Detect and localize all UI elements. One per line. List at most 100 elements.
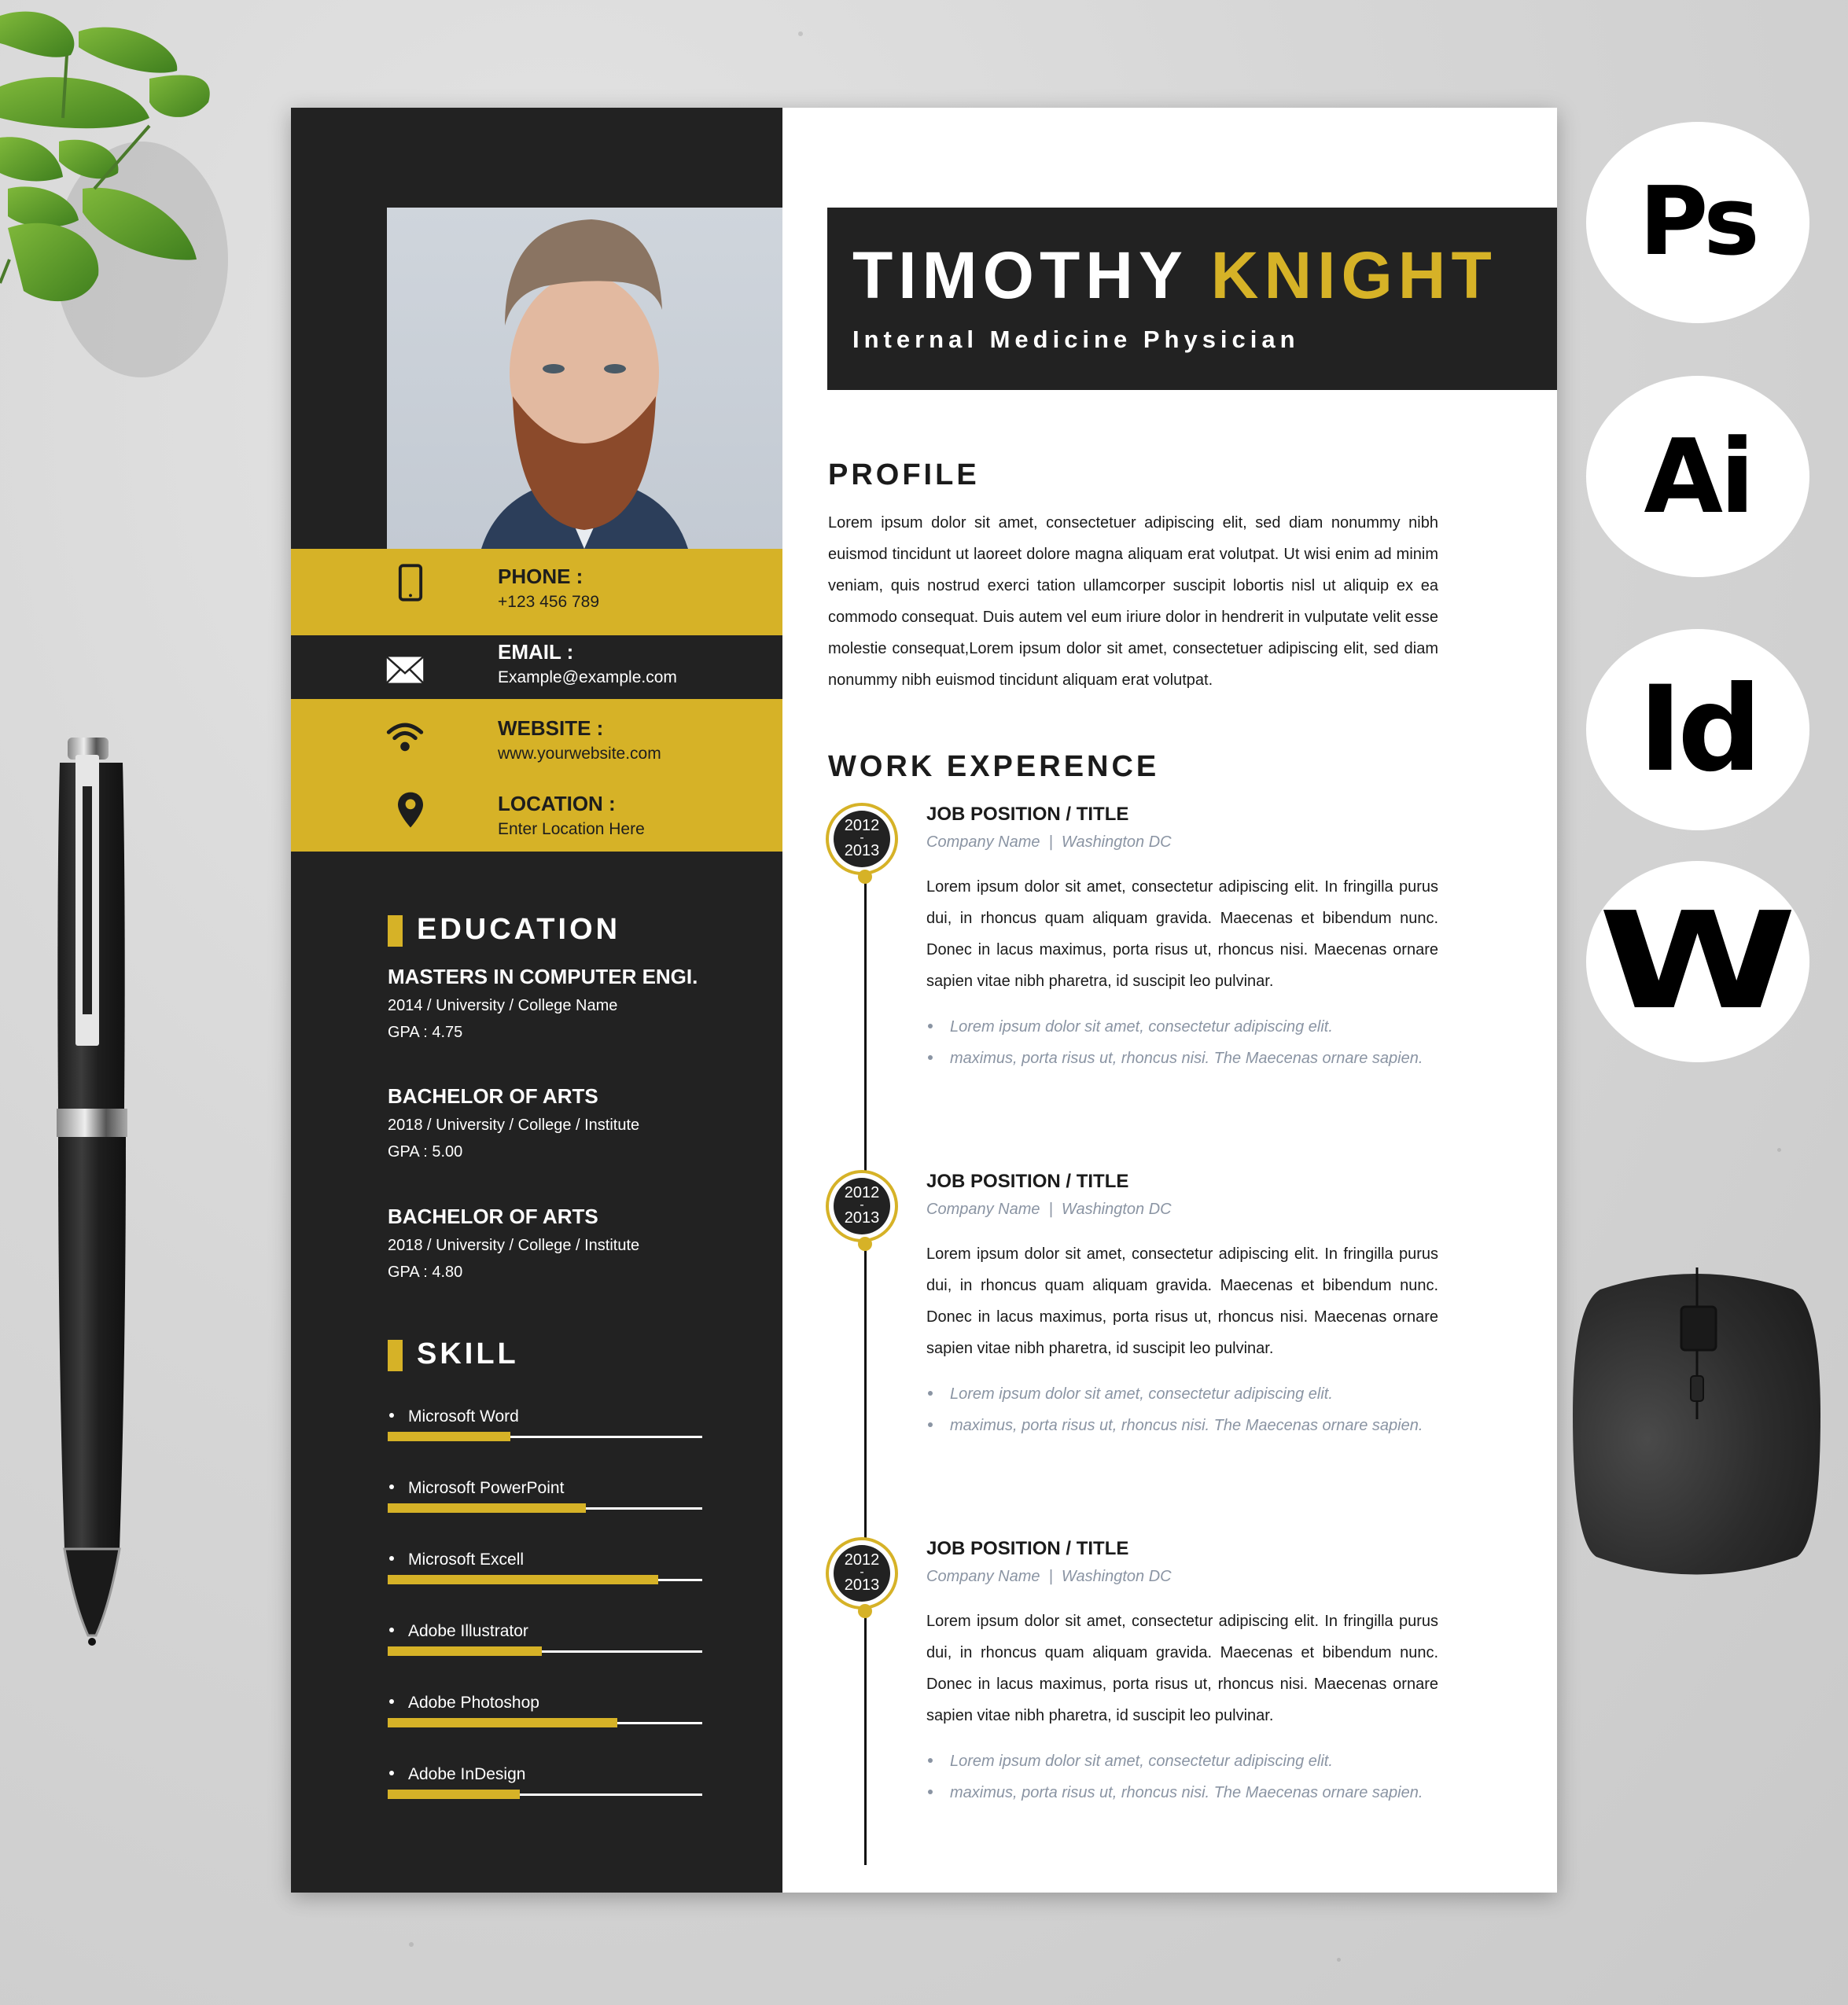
education-detail: 2018 / University / College / Institute	[388, 1237, 640, 1254]
job-highlight-text: Lorem ipsum dolor sit amet, consectetur …	[950, 1385, 1333, 1403]
skill-level-fill	[388, 1718, 617, 1727]
timeline-node	[858, 1604, 872, 1618]
job-highlight-text: Lorem ipsum dolor sit amet, consectetur …	[950, 1753, 1333, 1770]
email-icon	[386, 656, 424, 684]
skill-item-label: Microsoft Word	[388, 1407, 519, 1426]
education-detail: 2014 / University / College Name	[388, 997, 618, 1014]
email-value: Example@example.com	[498, 668, 677, 686]
leaf	[0, 11, 75, 57]
mouse-scroll-wheel	[1680, 1305, 1717, 1352]
job-entry: JOB POSITION / TITLE Company Name | Washi…	[926, 1171, 1438, 1441]
education-degree: BACHELOR OF ARTS	[388, 1084, 598, 1108]
timeline-node	[858, 1237, 872, 1251]
skill-item-label: Adobe Illustrator	[388, 1622, 528, 1641]
photoshop-icon: Ps	[1639, 167, 1759, 277]
bullet-icon	[928, 1023, 933, 1028]
texture-speck	[1777, 1148, 1781, 1152]
mouse-dpi-button	[1690, 1375, 1704, 1402]
work-experience-heading: WORK EXPERENCE	[828, 750, 1160, 783]
date-year: 2013	[844, 1209, 880, 1227]
location-value: Enter Location Here	[498, 820, 645, 838]
job-highlights: Lorem ipsum dolor sit amet, consectetur …	[926, 1746, 1438, 1808]
skill-item-label: Microsoft PowerPoint	[388, 1479, 564, 1498]
skill-name: Microsoft Word	[408, 1407, 519, 1426]
job-entry: JOB POSITION / TITLE Company Name | Washi…	[926, 804, 1438, 1074]
contact-email: EMAIL : Example@example.com	[291, 635, 782, 699]
pen-decoration	[57, 738, 127, 1646]
photo-eye-right	[604, 364, 626, 373]
skill-level-fill	[388, 1432, 510, 1441]
job-company-location: Company Name | Washington DC	[926, 833, 1172, 851]
email-label: EMAIL :	[498, 640, 574, 664]
timeline-line	[864, 878, 867, 1865]
skill-level-track	[388, 1432, 702, 1441]
skill-name: Microsoft PowerPoint	[408, 1479, 565, 1497]
education-heading: EDUCATION	[417, 913, 621, 946]
location-pin-icon	[398, 792, 423, 828]
education-detail: 2018 / University / College / Institute	[388, 1117, 640, 1134]
timeline-node	[858, 870, 872, 884]
pen-point	[88, 1638, 96, 1646]
profile-photo-illustration	[481, 219, 688, 549]
bullet-icon	[389, 1413, 394, 1418]
skill-level-fill	[388, 1575, 658, 1584]
job-position-title: JOB POSITION / TITLE	[926, 1171, 1129, 1192]
pen-tip	[63, 1547, 121, 1637]
bullet-icon	[389, 1699, 394, 1705]
job-description: Lorem ipsum dolor sit amet, consectetur …	[926, 1245, 1438, 1357]
word-icon: W	[1598, 884, 1798, 1039]
job-position-title: JOB POSITION / TITLE	[926, 804, 1129, 825]
bullet-icon	[928, 1757, 933, 1763]
profile-text: Lorem ipsum dolor sit amet, consectetuer…	[828, 514, 1438, 689]
education-gpa: GPA : 5.00	[388, 1143, 463, 1161]
pen-band	[57, 1109, 127, 1137]
timeline-date-circle: 2012-2013	[834, 1178, 890, 1234]
job-entry: JOB POSITION / TITLE Company Name | Washi…	[926, 1538, 1438, 1808]
job-highlight-item: maximus, porta risus ut, rhoncus nisi. T…	[926, 1777, 1438, 1808]
bullet-icon	[389, 1556, 394, 1562]
timeline-date-badge: 2012-2013	[826, 1537, 898, 1610]
skill-level-track	[388, 1790, 702, 1799]
bullet-icon	[928, 1422, 933, 1427]
skill-name: Adobe InDesign	[408, 1765, 526, 1783]
skill-level-fill	[388, 1790, 520, 1799]
pen-barrel	[58, 1137, 126, 1549]
bullet-icon	[389, 1484, 394, 1490]
leaf	[149, 75, 210, 117]
job-highlight-text: Lorem ipsum dolor sit amet, consectetur …	[950, 1018, 1333, 1036]
texture-speck	[409, 1942, 414, 1947]
illustrator-badge: Ai	[1586, 376, 1809, 577]
skill-item-label: Adobe Photoshop	[388, 1694, 539, 1713]
contact-phone: PHONE : +123 456 789	[291, 549, 782, 635]
leaf	[8, 186, 79, 228]
job-description: Lorem ipsum dolor sit amet, consectetur …	[926, 878, 1438, 990]
profile-heading: PROFILE	[828, 458, 980, 491]
leaf	[0, 77, 149, 129]
job-company-location: Company Name | Washington DC	[926, 1201, 1172, 1218]
texture-speck	[798, 31, 803, 36]
last-name: KNIGHT	[1210, 238, 1497, 312]
skill-accent-bar	[388, 1340, 403, 1371]
job-highlights: Lorem ipsum dolor sit amet, consectetur …	[926, 1378, 1438, 1441]
location-label: LOCATION :	[498, 792, 616, 815]
contact-website-location: WEBSITE : www.yourwebsite.com LOCATION :…	[291, 699, 782, 852]
date-year: 2013	[844, 1576, 880, 1594]
education-degree: MASTERS IN COMPUTER ENGI.	[388, 965, 698, 988]
job-title: Internal Medicine Physician	[852, 326, 1300, 353]
job-highlight-item: Lorem ipsum dolor sit amet, consectetur …	[926, 1011, 1438, 1043]
skill-name: Adobe Photoshop	[408, 1694, 539, 1712]
timeline-date-badge: 2012-2013	[826, 1170, 898, 1242]
skill-level-track	[388, 1646, 702, 1656]
job-position-title: JOB POSITION / TITLE	[926, 1538, 1129, 1559]
education-degree: BACHELOR OF ARTS	[388, 1205, 598, 1228]
wifi-icon	[386, 723, 424, 752]
job-company-location: Company Name | Washington DC	[926, 1568, 1172, 1585]
photo-eye-left	[543, 364, 565, 373]
date-year: 2013	[844, 842, 880, 859]
skill-heading: SKILL	[417, 1337, 519, 1370]
skill-level-track	[388, 1575, 702, 1584]
illustrator-icon: Ai	[1644, 417, 1754, 536]
job-highlights: Lorem ipsum dolor sit amet, consectetur …	[926, 1011, 1438, 1074]
timeline-date-circle: 2012-2013	[834, 811, 890, 867]
timeline-date-circle: 2012-2013	[834, 1545, 890, 1602]
